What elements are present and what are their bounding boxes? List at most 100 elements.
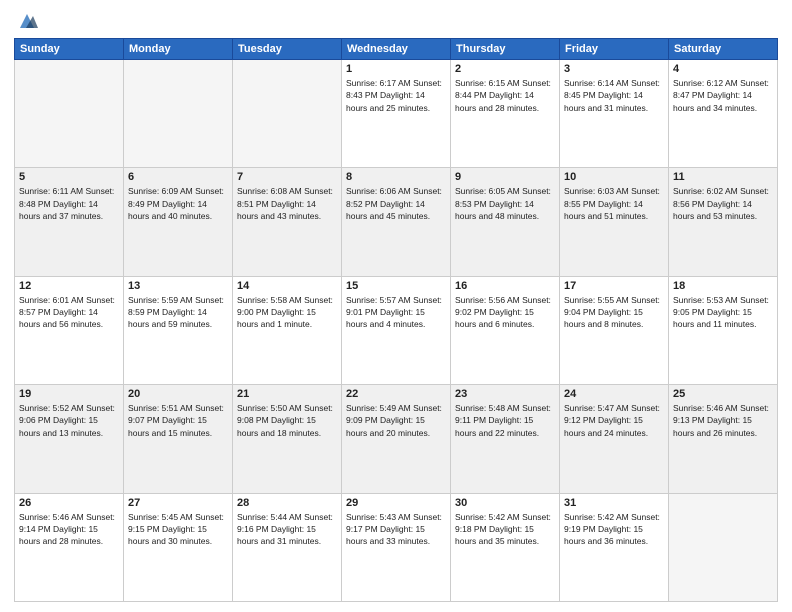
col-header-wednesday: Wednesday [342,39,451,60]
day-cell: 25 Sunrise: 5:46 AM Sunset: 9:13 PM Dayli… [669,385,778,493]
day-cell: 5 Sunrise: 6:11 AM Sunset: 8:48 PM Daylig… [15,168,124,276]
day-info: Sunrise: 5:46 AM Sunset: 9:13 PM Dayligh… [673,402,773,439]
day-cell: 19Sunrise: 5:52 AM Sunset: 9:06 PM Dayli… [15,385,124,493]
page: SundayMondayTuesdayWednesdayThursdayFrid… [0,0,792,612]
logo [14,10,38,32]
day-info: Sunrise: 6:05 AM Sunset: 8:53 PM Dayligh… [455,185,555,222]
day-info: Sunrise: 6:15 AM Sunset: 8:44 PM Dayligh… [455,77,555,114]
day-cell: 7Sunrise: 6:08 AM Sunset: 8:51 PM Daylig… [233,168,342,276]
day-cell: 20Sunrise: 5:51 AM Sunset: 9:07 PM Dayli… [124,385,233,493]
day-cell: 9 Sunrise: 6:05 AM Sunset: 8:53 PM Daylig… [451,168,560,276]
day-cell: 6Sunrise: 6:09 AM Sunset: 8:49 PM Daylig… [124,168,233,276]
day-cell [15,60,124,168]
day-cell [124,60,233,168]
day-number: 28 [237,497,337,509]
week-row-2: 5 Sunrise: 6:11 AM Sunset: 8:48 PM Daylig… [15,168,778,276]
day-number: 6 [128,171,228,183]
col-header-monday: Monday [124,39,233,60]
col-header-friday: Friday [560,39,669,60]
day-number: 19 [19,388,119,400]
day-number: 3 [564,63,664,75]
day-cell: 10 Sunrise: 6:03 AM Sunset: 8:55 PM Dayli… [560,168,669,276]
day-info: Sunrise: 6:12 AM Sunset: 8:47 PM Dayligh… [673,77,773,114]
col-header-sunday: Sunday [15,39,124,60]
day-number: 16 [455,280,555,292]
day-number: 2 [455,63,555,75]
day-cell: 31 Sunrise: 5:42 AM Sunset: 9:19 PM Dayli… [560,493,669,601]
day-number: 5 [19,171,119,183]
day-info: Sunrise: 6:01 AM Sunset: 8:57 PM Dayligh… [19,294,119,331]
day-info: Sunrise: 6:06 AM Sunset: 8:52 PM Dayligh… [346,185,446,222]
day-info: Sunrise: 5:58 AM Sunset: 9:00 PM Dayligh… [237,294,337,331]
logo-icon [16,10,38,32]
day-info: Sunrise: 5:47 AM Sunset: 9:12 PM Dayligh… [564,402,664,439]
day-info: Sunrise: 5:48 AM Sunset: 9:11 PM Dayligh… [455,402,555,439]
day-info: Sunrise: 6:02 AM Sunset: 8:56 PM Dayligh… [673,185,773,222]
day-info: Sunrise: 6:11 AM Sunset: 8:48 PM Dayligh… [19,185,119,222]
day-cell: 13 Sunrise: 5:59 AM Sunset: 8:59 PM Dayli… [124,276,233,384]
day-number: 25 [673,388,773,400]
day-cell: 17 Sunrise: 5:55 AM Sunset: 9:04 PM Dayli… [560,276,669,384]
day-cell [669,493,778,601]
day-cell: 26Sunrise: 5:46 AM Sunset: 9:14 PM Dayli… [15,493,124,601]
day-info: Sunrise: 5:42 AM Sunset: 9:19 PM Dayligh… [564,511,664,548]
day-cell: 27 Sunrise: 5:45 AM Sunset: 9:15 PM Dayli… [124,493,233,601]
day-cell: 29 Sunrise: 5:43 AM Sunset: 9:17 PM Dayli… [342,493,451,601]
day-info: Sunrise: 5:42 AM Sunset: 9:18 PM Dayligh… [455,511,555,548]
day-number: 24 [564,388,664,400]
day-number: 10 [564,171,664,183]
day-cell: 18Sunrise: 5:53 AM Sunset: 9:05 PM Dayli… [669,276,778,384]
day-cell: 16 Sunrise: 5:56 AM Sunset: 9:02 PM Dayli… [451,276,560,384]
day-number: 4 [673,63,773,75]
col-header-saturday: Saturday [669,39,778,60]
day-number: 17 [564,280,664,292]
day-number: 11 [673,171,773,183]
day-info: Sunrise: 5:49 AM Sunset: 9:09 PM Dayligh… [346,402,446,439]
week-row-4: 19Sunrise: 5:52 AM Sunset: 9:06 PM Dayli… [15,385,778,493]
day-number: 27 [128,497,228,509]
day-cell: 28Sunrise: 5:44 AM Sunset: 9:16 PM Dayli… [233,493,342,601]
day-number: 31 [564,497,664,509]
day-cell: 12 Sunrise: 6:01 AM Sunset: 8:57 PM Dayli… [15,276,124,384]
day-number: 22 [346,388,446,400]
day-cell: 24 Sunrise: 5:47 AM Sunset: 9:12 PM Dayli… [560,385,669,493]
week-row-3: 12 Sunrise: 6:01 AM Sunset: 8:57 PM Dayli… [15,276,778,384]
day-info: Sunrise: 5:57 AM Sunset: 9:01 PM Dayligh… [346,294,446,331]
day-number: 12 [19,280,119,292]
day-info: Sunrise: 5:50 AM Sunset: 9:08 PM Dayligh… [237,402,337,439]
day-number: 18 [673,280,773,292]
week-row-1: 1 Sunrise: 6:17 AM Sunset: 8:43 PM Daylig… [15,60,778,168]
day-number: 8 [346,171,446,183]
day-number: 29 [346,497,446,509]
day-number: 30 [455,497,555,509]
day-cell: 11 Sunrise: 6:02 AM Sunset: 8:56 PM Dayli… [669,168,778,276]
col-header-tuesday: Tuesday [233,39,342,60]
day-info: Sunrise: 5:56 AM Sunset: 9:02 PM Dayligh… [455,294,555,331]
day-info: Sunrise: 5:55 AM Sunset: 9:04 PM Dayligh… [564,294,664,331]
day-cell: 21Sunrise: 5:50 AM Sunset: 9:08 PM Dayli… [233,385,342,493]
day-info: Sunrise: 5:45 AM Sunset: 9:15 PM Dayligh… [128,511,228,548]
day-number: 20 [128,388,228,400]
header [14,10,778,32]
header-row: SundayMondayTuesdayWednesdayThursdayFrid… [15,39,778,60]
day-cell: 4 Sunrise: 6:12 AM Sunset: 8:47 PM Daylig… [669,60,778,168]
day-cell: 3 Sunrise: 6:14 AM Sunset: 8:45 PM Daylig… [560,60,669,168]
day-cell: 15 Sunrise: 5:57 AM Sunset: 9:01 PM Dayli… [342,276,451,384]
day-cell: 23 Sunrise: 5:48 AM Sunset: 9:11 PM Dayli… [451,385,560,493]
week-row-5: 26Sunrise: 5:46 AM Sunset: 9:14 PM Dayli… [15,493,778,601]
day-info: Sunrise: 5:59 AM Sunset: 8:59 PM Dayligh… [128,294,228,331]
day-number: 26 [19,497,119,509]
day-cell: 2 Sunrise: 6:15 AM Sunset: 8:44 PM Daylig… [451,60,560,168]
day-number: 1 [346,63,446,75]
day-info: Sunrise: 6:03 AM Sunset: 8:55 PM Dayligh… [564,185,664,222]
day-number: 13 [128,280,228,292]
day-cell: 22 Sunrise: 5:49 AM Sunset: 9:09 PM Dayli… [342,385,451,493]
day-info: Sunrise: 6:14 AM Sunset: 8:45 PM Dayligh… [564,77,664,114]
day-cell: 30 Sunrise: 5:42 AM Sunset: 9:18 PM Dayli… [451,493,560,601]
day-number: 9 [455,171,555,183]
day-info: Sunrise: 6:17 AM Sunset: 8:43 PM Dayligh… [346,77,446,114]
day-number: 15 [346,280,446,292]
day-number: 23 [455,388,555,400]
day-info: Sunrise: 5:43 AM Sunset: 9:17 PM Dayligh… [346,511,446,548]
day-cell [233,60,342,168]
